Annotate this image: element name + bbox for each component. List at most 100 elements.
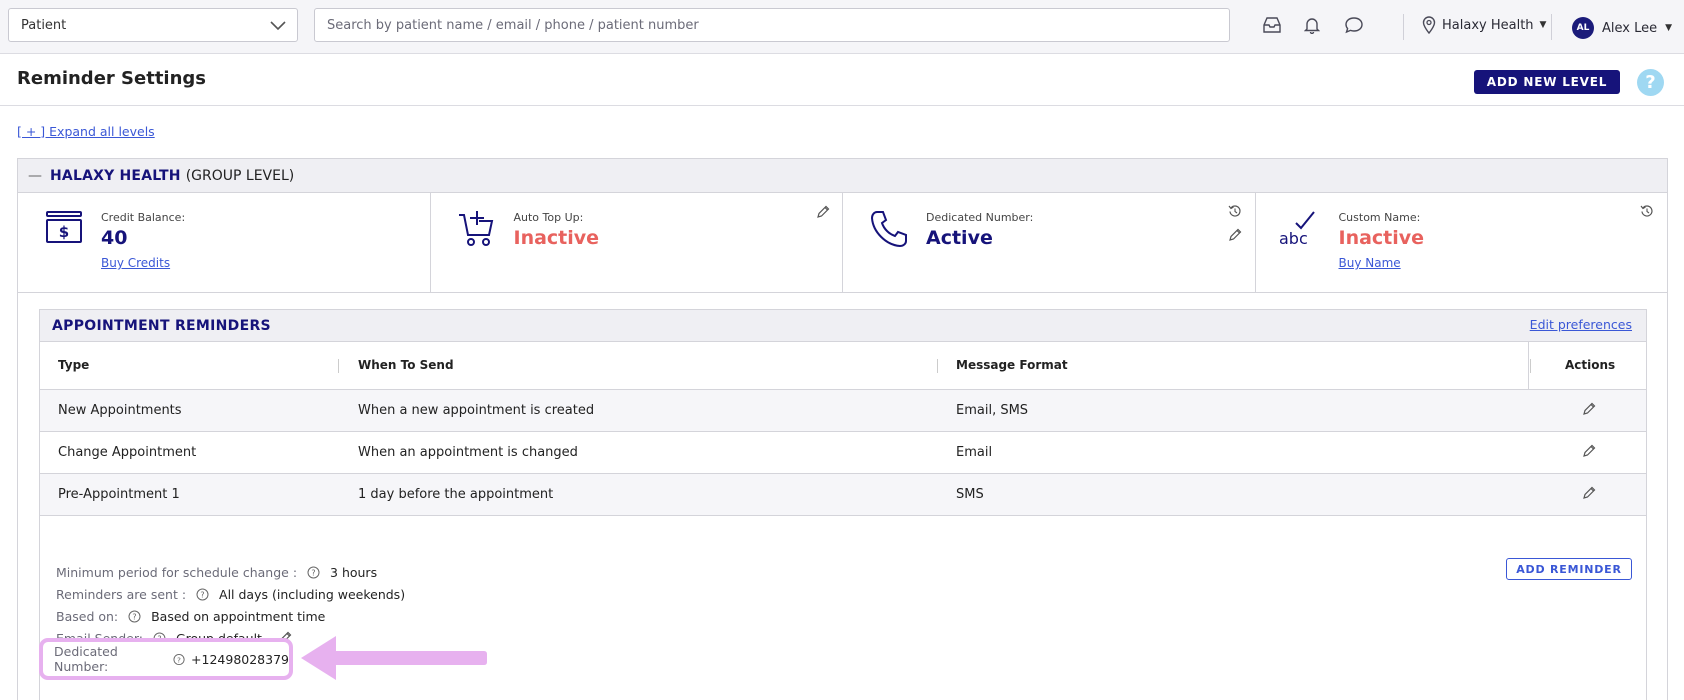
svg-text:$: $ bbox=[59, 223, 69, 241]
top-bar: Patient Halaxy Health ▼ AL Alex Lee ▼ bbox=[0, 0, 1684, 54]
auto-top-up-label: Auto Top Up: bbox=[513, 211, 584, 224]
avatar: AL bbox=[1572, 17, 1594, 39]
edit-pencil-icon[interactable] bbox=[1582, 402, 1596, 416]
row-format: Email, SMS bbox=[956, 403, 1029, 418]
dedicated-number-row-label: Dedicated Number: bbox=[54, 644, 118, 674]
credit-balance-card: $ Credit Balance: 40 Buy Credits bbox=[18, 193, 431, 292]
dedicated-number-row-value: +12498028379 bbox=[191, 651, 289, 667]
edit-preferences-link[interactable]: Edit preferences bbox=[1530, 317, 1632, 332]
svg-text:?: ? bbox=[311, 569, 315, 578]
column-divider bbox=[338, 359, 339, 373]
row-type: Change Appointment bbox=[58, 445, 197, 460]
buy-credits-link[interactable]: Buy Credits bbox=[101, 256, 170, 270]
column-divider bbox=[1528, 342, 1529, 390]
min-period-label: Minimum period for schedule change : bbox=[56, 565, 298, 580]
help-icon[interactable]: ? bbox=[1637, 69, 1664, 96]
custom-name-label: Custom Name: bbox=[1338, 211, 1421, 224]
reminders-title: APPOINTMENT REMINDERS bbox=[52, 318, 271, 334]
min-period-value: 3 hours bbox=[330, 565, 378, 580]
history-icon[interactable] bbox=[1640, 204, 1654, 218]
question-circle-icon[interactable]: ? bbox=[173, 653, 185, 666]
user-name: Alex Lee bbox=[1602, 20, 1658, 36]
column-header-when[interactable]: When To Send bbox=[358, 358, 454, 372]
group-level-panel: — HALAXY HEALTH (GROUP LEVEL) $ Credit B… bbox=[17, 158, 1668, 700]
dedicated-number-highlight: Dedicated Number: ? +12498028379 bbox=[39, 638, 293, 680]
group-header[interactable]: — HALAXY HEALTH (GROUP LEVEL) bbox=[18, 159, 1667, 193]
row-format: SMS bbox=[956, 487, 984, 502]
column-header-actions: Actions bbox=[1565, 358, 1616, 372]
edit-pencil-icon[interactable] bbox=[1228, 228, 1242, 242]
row-when: When an appointment is changed bbox=[358, 445, 578, 460]
table-row[interactable]: Change Appointment When an appointment i… bbox=[40, 432, 1646, 474]
patient-type-select-value: Patient bbox=[21, 17, 67, 33]
group-level-label: (GROUP LEVEL) bbox=[185, 167, 295, 184]
table-row[interactable]: Pre-Appointment 1 1 day before the appoi… bbox=[40, 474, 1646, 516]
table-row[interactable]: New Appointments When a new appointment … bbox=[40, 390, 1646, 432]
location-name: Halaxy Health bbox=[1442, 17, 1534, 33]
chevron-down-icon bbox=[270, 21, 286, 31]
status-cards: $ Credit Balance: 40 Buy Credits Auto To… bbox=[18, 193, 1667, 293]
row-when: 1 day before the appointment bbox=[358, 487, 554, 502]
reminders-header: APPOINTMENT REMINDERS Edit preferences bbox=[40, 310, 1646, 342]
svg-text:abc: abc bbox=[1279, 229, 1308, 248]
dedicated-number-label: Dedicated Number: bbox=[926, 211, 1034, 224]
table-header: Type When To Send Message Format Actions bbox=[40, 342, 1646, 390]
based-on-value: Based on appointment time bbox=[151, 609, 326, 624]
svg-text:?: ? bbox=[133, 613, 137, 622]
toolbar-divider bbox=[1403, 14, 1404, 40]
caret-down-icon: ▼ bbox=[1539, 20, 1547, 30]
location-selector[interactable]: Halaxy Health ▼ bbox=[1422, 16, 1546, 34]
expand-all-levels-link[interactable]: [ + ] Expand all levels bbox=[17, 124, 155, 139]
based-on-row: Based on: ? Based on appointment time bbox=[56, 606, 405, 628]
toolbar-divider bbox=[1551, 14, 1552, 40]
bell-icon[interactable] bbox=[1304, 16, 1320, 34]
question-circle-icon[interactable]: ? bbox=[128, 610, 141, 623]
reminders-sent-row: Reminders are sent : ? All days (includi… bbox=[56, 584, 405, 606]
group-name: HALAXY HEALTH bbox=[50, 167, 181, 184]
row-format: Email bbox=[956, 445, 993, 460]
cart-plus-icon bbox=[458, 211, 493, 246]
question-circle-icon[interactable]: ? bbox=[196, 588, 209, 601]
add-reminder-button[interactable]: ADD REMINDER bbox=[1506, 558, 1632, 580]
based-on-label: Based on: bbox=[56, 609, 119, 624]
edit-pencil-icon[interactable] bbox=[1582, 444, 1596, 458]
chat-icon[interactable] bbox=[1344, 16, 1364, 34]
dedicated-number-card: Dedicated Number: Active bbox=[843, 193, 1256, 292]
collapse-icon[interactable]: — bbox=[28, 168, 42, 184]
add-new-level-button[interactable]: ADD NEW LEVEL bbox=[1474, 70, 1620, 94]
patient-type-select[interactable]: Patient bbox=[8, 8, 298, 42]
caret-down-icon: ▼ bbox=[1665, 23, 1673, 33]
question-circle-icon[interactable]: ? bbox=[307, 566, 320, 579]
location-pin-icon bbox=[1422, 16, 1436, 34]
svg-text:?: ? bbox=[200, 591, 204, 600]
money-icon: $ bbox=[46, 211, 82, 243]
column-divider bbox=[937, 359, 938, 373]
phone-icon bbox=[870, 211, 907, 248]
column-header-format[interactable]: Message Format bbox=[956, 358, 1068, 372]
column-divider bbox=[1530, 359, 1531, 373]
search-input[interactable] bbox=[314, 8, 1230, 42]
inbox-icon[interactable] bbox=[1262, 16, 1282, 34]
row-when: When a new appointment is created bbox=[358, 403, 595, 418]
auto-top-up-card: Auto Top Up: Inactive bbox=[431, 193, 843, 292]
abc-check-icon: abc bbox=[1279, 211, 1315, 248]
row-type: New Appointments bbox=[58, 403, 182, 418]
user-menu[interactable]: AL Alex Lee ▼ bbox=[1572, 17, 1672, 39]
edit-pencil-icon[interactable] bbox=[816, 205, 830, 219]
credit-balance-value: 40 bbox=[101, 227, 128, 249]
reminders-sent-value: All days (including weekends) bbox=[219, 587, 406, 602]
column-header-type[interactable]: Type bbox=[58, 358, 89, 372]
page-title: Reminder Settings bbox=[17, 68, 207, 89]
annotation-arrow-icon bbox=[301, 636, 487, 680]
history-icon[interactable] bbox=[1228, 204, 1242, 218]
svg-text:?: ? bbox=[177, 655, 181, 664]
auto-top-up-status: Inactive bbox=[513, 227, 600, 249]
credit-balance-label: Credit Balance: bbox=[101, 211, 186, 224]
edit-pencil-icon[interactable] bbox=[1582, 486, 1596, 500]
custom-name-status: Inactive bbox=[1338, 227, 1425, 249]
min-period-row: Minimum period for schedule change : ? 3… bbox=[56, 562, 405, 584]
page-header: Reminder Settings ADD NEW LEVEL ? bbox=[0, 54, 1684, 106]
buy-name-link[interactable]: Buy Name bbox=[1339, 256, 1401, 270]
reminders-sent-label: Reminders are sent : bbox=[56, 587, 187, 602]
dedicated-number-status: Active bbox=[926, 227, 993, 249]
